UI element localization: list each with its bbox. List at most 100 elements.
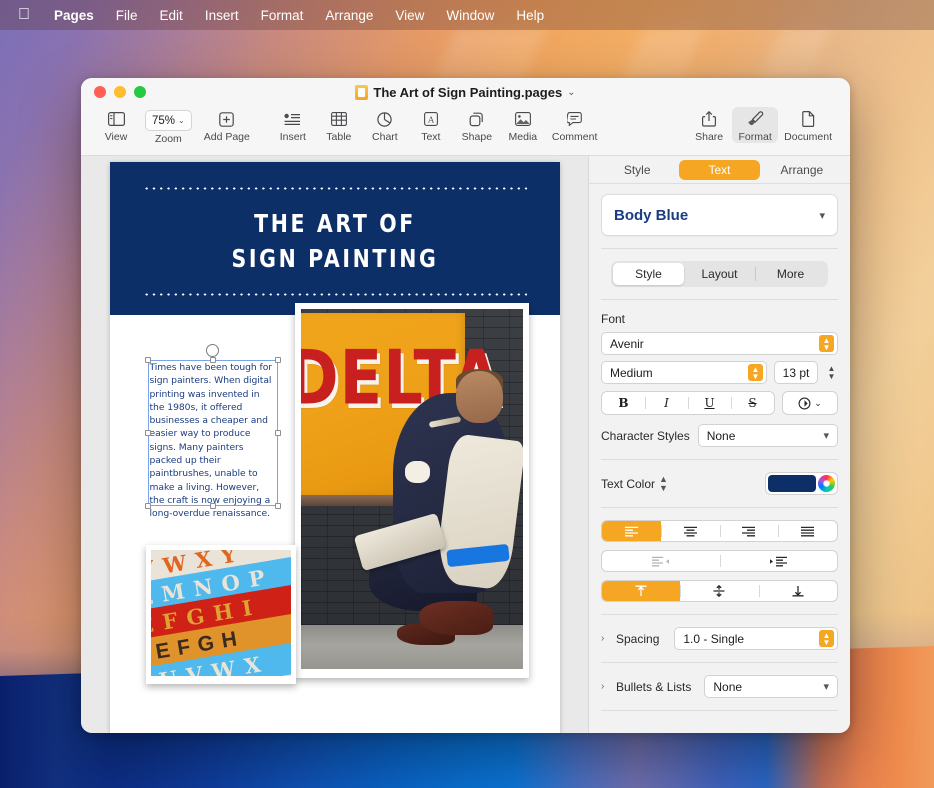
toolbar-add-page-button[interactable]: Add Page — [198, 107, 256, 143]
text-color-swatch[interactable] — [768, 475, 816, 492]
bullets-lists-value: None — [713, 680, 742, 694]
paragraph-style-value: Body Blue — [614, 207, 688, 224]
minimize-button[interactable] — [114, 86, 126, 98]
svg-text:A: A — [427, 114, 435, 124]
document-canvas[interactable]: THE ART OF SIGN PAINTING DELTA — [81, 156, 588, 733]
document-page[interactable]: THE ART OF SIGN PAINTING DELTA — [110, 162, 560, 733]
vertical-alignment-buttons — [601, 580, 838, 602]
maximize-button[interactable] — [134, 86, 146, 98]
spacing-value: 1.0 - Single — [683, 632, 744, 646]
toolbar-share-button[interactable]: Share — [686, 107, 732, 143]
color-wheel-icon[interactable] — [818, 475, 835, 492]
toolbar-text-button[interactable]: A Text — [408, 107, 454, 143]
apple-logo-icon[interactable]:  — [12, 7, 43, 23]
menu-item-edit[interactable]: Edit — [149, 6, 194, 25]
toolbar-format-label: Format — [739, 131, 772, 143]
menu-item-arrange[interactable]: Arrange — [314, 6, 384, 25]
tab-arrange[interactable]: Arrange — [762, 160, 842, 180]
paragraph-style-popup[interactable]: Body Blue ▾ — [601, 194, 838, 236]
format-inspector: Style Text Arrange Body Blue ▾ Style Lay… — [588, 156, 850, 733]
bullets-lists-popup[interactable]: None ▾ — [704, 675, 838, 698]
resize-handle-top-right[interactable] — [275, 357, 281, 363]
subtab-style[interactable]: Style — [613, 263, 684, 285]
title-banner[interactable]: THE ART OF SIGN PAINTING — [110, 162, 560, 315]
bullets-lists-row: › Bullets & Lists None ▾ — [601, 675, 838, 698]
text-color-label: Text Color ▲▼ — [601, 475, 668, 493]
toolbar-comment-button[interactable]: Comment — [546, 107, 604, 143]
align-bottom-button[interactable] — [759, 581, 837, 601]
menu-item-format[interactable]: Format — [250, 6, 315, 25]
indent-buttons — [601, 550, 838, 572]
toolbar-table-button[interactable]: Table — [316, 107, 362, 143]
photo-icon — [515, 109, 531, 129]
menu-item-insert[interactable]: Insert — [194, 6, 250, 25]
toolbar-zoom-control[interactable]: 75% ⌄ Zoom — [139, 107, 198, 145]
toolbar-media-button[interactable]: Media — [500, 107, 546, 143]
toolbar-document-button[interactable]: Document — [778, 107, 838, 143]
toolbar-insert-button[interactable]: Insert — [270, 107, 316, 143]
font-style-buttons: B I U S — [601, 391, 775, 415]
toolbar-add-page-label: Add Page — [204, 131, 250, 143]
up-down-arrows-icon[interactable]: ▲▼ — [659, 475, 668, 493]
menu-item-view[interactable]: View — [384, 6, 435, 25]
menu-item-pages[interactable]: Pages — [43, 6, 105, 25]
strikethrough-button[interactable]: S — [731, 392, 774, 414]
bullets-disclosure-triangle[interactable]: › — [601, 681, 609, 692]
resize-handle-middle-left[interactable] — [145, 430, 151, 436]
toolbar-format-button[interactable]: Format — [732, 107, 778, 143]
align-right-button[interactable] — [720, 521, 779, 541]
text-options-gear-button[interactable]: ⌄ — [782, 391, 838, 415]
inspector-tab-bar: Style Text Arrange — [589, 156, 850, 184]
align-top-button[interactable] — [602, 581, 680, 601]
title-chevron-down-icon[interactable]: ⌄ — [567, 87, 575, 98]
align-justify-button[interactable] — [778, 521, 837, 541]
resize-handle-top-left[interactable] — [145, 357, 151, 363]
menu-item-window[interactable]: Window — [435, 6, 505, 25]
comment-bubble-icon — [567, 109, 582, 129]
toolbar-comment-label: Comment — [552, 131, 598, 143]
resize-handle-middle-right[interactable] — [275, 430, 281, 436]
font-size-stepper-icon[interactable]: ▲▼ — [825, 362, 838, 383]
font-weight-popup[interactable]: Medium ▲▼ — [601, 361, 767, 384]
spacing-popup[interactable]: 1.0 - Single ▲▼ — [674, 627, 838, 650]
resize-handle-bottom-right[interactable] — [275, 503, 281, 509]
subtab-layout[interactable]: Layout — [684, 263, 755, 285]
resize-handle-top-center[interactable] — [210, 357, 216, 363]
spacing-stepper-icon[interactable]: ▲▼ — [819, 630, 834, 647]
menu-item-help[interactable]: Help — [505, 6, 555, 25]
align-left-button[interactable] — [602, 521, 661, 541]
font-size-field[interactable]: 13 pt — [774, 361, 818, 384]
italic-button[interactable]: I — [645, 392, 688, 414]
menu-item-file[interactable]: File — [105, 6, 149, 25]
divider-4 — [601, 507, 838, 508]
spacing-disclosure-triangle[interactable]: › — [601, 633, 609, 644]
photo-sign-painter[interactable]: DELTA — [295, 303, 529, 678]
body-paragraph[interactable]: Times have been tough for sign painters.… — [150, 361, 277, 521]
increase-indent-button[interactable] — [720, 551, 838, 571]
toolbar-chart-button[interactable]: Chart — [362, 107, 408, 143]
divider-7 — [601, 710, 838, 711]
toolbar-shape-label: Shape — [462, 131, 492, 143]
align-center-button[interactable] — [661, 521, 720, 541]
font-weight-stepper-icon[interactable]: ▲▼ — [748, 364, 763, 381]
banner-dotted-rule-bottom — [143, 293, 527, 296]
decrease-indent-button[interactable] — [602, 551, 720, 571]
toolbar-view-button[interactable]: View — [93, 107, 139, 143]
resize-handle-bottom-center[interactable] — [210, 503, 216, 509]
character-styles-popup[interactable]: None ▾ — [698, 424, 838, 447]
underline-button[interactable]: U — [688, 392, 731, 414]
subtab-more[interactable]: More — [755, 263, 826, 285]
align-middle-button[interactable] — [680, 581, 758, 601]
selected-text-box[interactable]: Times have been tough for sign painters.… — [148, 360, 278, 506]
tab-style[interactable]: Style — [597, 160, 677, 180]
rotation-handle[interactable] — [206, 344, 219, 357]
font-family-stepper-icon[interactable]: ▲▼ — [819, 335, 834, 352]
tab-text[interactable]: Text — [679, 160, 759, 180]
photo-alphabet-signs[interactable]: U V W X Y K L M N O P D E F G H I C D E … — [146, 545, 296, 684]
font-family-popup[interactable]: Avenir ▲▼ — [601, 332, 838, 355]
bold-button[interactable]: B — [602, 392, 645, 414]
zoom-popup-button[interactable]: 75% ⌄ — [145, 110, 192, 131]
close-button[interactable] — [94, 86, 106, 98]
toolbar-shape-button[interactable]: Shape — [454, 107, 500, 143]
resize-handle-bottom-left[interactable] — [145, 503, 151, 509]
